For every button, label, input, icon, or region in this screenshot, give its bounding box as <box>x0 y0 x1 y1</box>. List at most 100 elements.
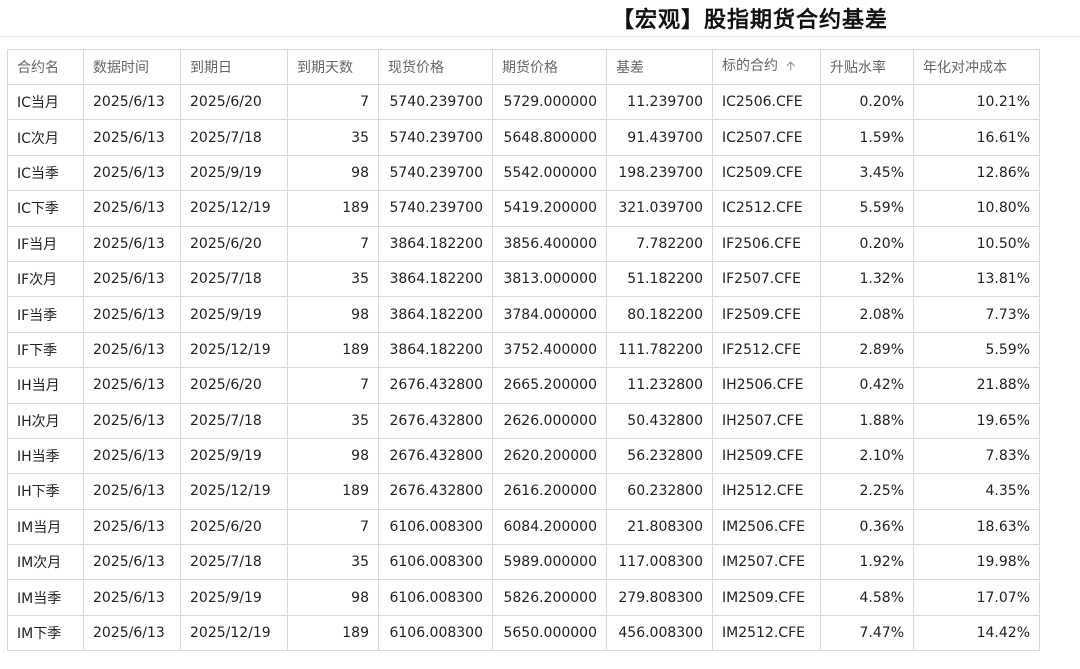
annualized-hedge-cost-cell: 16.61% <box>913 119 1040 156</box>
days-to-expiry-cell: 35 <box>287 402 379 439</box>
premium-rate-cell: 0.20% <box>820 225 914 262</box>
contract-name-cell: IF当季 <box>7 296 84 333</box>
annualized-hedge-cost-cell: 4.35% <box>913 473 1040 510</box>
days-to-expiry-cell: 98 <box>287 579 379 616</box>
contract-name-cell: IC下季 <box>7 190 84 227</box>
column-header-underlying-contract[interactable]: 标的合约 🡩 <box>712 49 821 85</box>
premium-rate-cell: 1.32% <box>820 260 914 298</box>
futures-price-cell: 2626.000000 <box>492 402 607 439</box>
column-header-contract-name[interactable]: 合约名 <box>7 49 84 85</box>
spot-price-cell: 6106.008300 <box>378 579 493 616</box>
expiry-date-cell: 2025/12/19 <box>180 614 288 652</box>
spot-price-cell: 5740.239700 <box>378 83 493 121</box>
basis-cell: 456.008300 <box>606 614 713 652</box>
spot-price-cell: 5740.239700 <box>378 154 493 192</box>
expiry-date-cell: 2025/7/18 <box>180 260 288 298</box>
table-row[interactable]: IH当月 2025/6/13 2025/6/20 7 2676.432800 2665.2… <box>7 367 1040 404</box>
futures-price-cell: 6084.200000 <box>492 508 607 546</box>
annualized-hedge-cost-cell: 17.07% <box>913 579 1040 616</box>
column-header-days-to-expiry[interactable]: 到期天数 <box>287 49 379 85</box>
table-row[interactable]: IM当月 2025/6/13 2025/6/20 7 6106.008300 6084.2… <box>7 508 1040 546</box>
spot-price-cell: 5740.239700 <box>378 190 493 227</box>
basis-cell: 7.782200 <box>606 225 713 262</box>
data-time-cell: 2025/6/13 <box>83 614 181 652</box>
basis-cell: 198.239700 <box>606 154 713 192</box>
table-row[interactable]: IH次月 2025/6/13 2025/7/18 35 2676.432800 2626.… <box>7 402 1040 439</box>
column-header-spot-price[interactable]: 现货价格 <box>378 49 493 85</box>
spot-price-cell: 2676.432800 <box>378 473 493 510</box>
table-row[interactable]: IF当季 2025/6/13 2025/9/19 98 3864.182200 3784.… <box>7 296 1040 333</box>
contract-name-cell: IH次月 <box>7 402 84 439</box>
underlying-contract-cell: IF2509.CFE <box>712 296 821 333</box>
column-header-data-time[interactable]: 数据时间 <box>83 49 181 85</box>
premium-rate-cell: 2.25% <box>820 473 914 510</box>
contract-name-cell: IM当季 <box>7 579 84 616</box>
days-to-expiry-cell: 35 <box>287 544 379 581</box>
futures-price-cell: 5650.000000 <box>492 614 607 652</box>
table-row[interactable]: IH当季 2025/6/13 2025/9/19 98 2676.432800 2620.… <box>7 437 1040 475</box>
data-time-cell: 2025/6/13 <box>83 508 181 546</box>
annualized-hedge-cost-cell: 19.98% <box>913 544 1040 581</box>
days-to-expiry-cell: 35 <box>287 119 379 156</box>
premium-rate-cell: 0.42% <box>820 367 914 404</box>
contract-name-cell: IM当月 <box>7 508 84 546</box>
table-row[interactable]: IM下季 2025/6/13 2025/12/19 189 6106.008300 565… <box>7 614 1040 652</box>
days-to-expiry-cell: 189 <box>287 331 379 369</box>
data-time-cell: 2025/6/13 <box>83 331 181 369</box>
basis-cell: 117.008300 <box>606 544 713 581</box>
premium-rate-cell: 2.89% <box>820 331 914 369</box>
futures-price-cell: 3856.400000 <box>492 225 607 262</box>
spot-price-cell: 2676.432800 <box>378 367 493 404</box>
table-row[interactable]: IF下季 2025/6/13 2025/12/19 189 3864.182200 375… <box>7 331 1040 369</box>
basis-cell: 21.808300 <box>606 508 713 546</box>
contract-name-cell: IC次月 <box>7 119 84 156</box>
days-to-expiry-cell: 7 <box>287 83 379 121</box>
spot-price-cell: 3864.182200 <box>378 331 493 369</box>
table-row[interactable]: IM当季 2025/6/13 2025/9/19 98 6106.008300 5826.… <box>7 579 1040 616</box>
table-row[interactable]: IC下季 2025/6/13 2025/12/19 189 5740.239700 541… <box>7 190 1040 227</box>
column-header-premium-rate[interactable]: 升贴水率 <box>820 49 914 85</box>
table-row[interactable]: IC当季 2025/6/13 2025/9/19 98 5740.239700 5542.… <box>7 154 1040 192</box>
basis-cell: 279.808300 <box>606 579 713 616</box>
futures-price-cell: 2665.200000 <box>492 367 607 404</box>
column-header-expiry-date[interactable]: 到期日 <box>180 49 288 85</box>
futures-price-cell: 5419.200000 <box>492 190 607 227</box>
basis-cell: 91.439700 <box>606 119 713 156</box>
basis-cell: 111.782200 <box>606 331 713 369</box>
table-row[interactable]: IC当月 2025/6/13 2025/6/20 7 5740.239700 5729.0… <box>7 83 1040 121</box>
underlying-contract-cell: IH2506.CFE <box>712 367 821 404</box>
days-to-expiry-cell: 7 <box>287 225 379 262</box>
premium-rate-cell: 2.08% <box>820 296 914 333</box>
title-divider <box>0 36 1080 37</box>
arrow-up-icon[interactable]: 🡩 <box>786 57 795 79</box>
days-to-expiry-cell: 98 <box>287 296 379 333</box>
premium-rate-cell: 1.59% <box>820 119 914 156</box>
underlying-contract-cell: IF2512.CFE <box>712 331 821 369</box>
basis-table: 合约名 数据时间 到期日 到期天数 现货价格 期货价格 基差 标的合约 🡩 升贴水… <box>7 49 1040 652</box>
annualized-hedge-cost-cell: 13.81% <box>913 260 1040 298</box>
table-row[interactable]: IM次月 2025/6/13 2025/7/18 35 6106.008300 5989.… <box>7 544 1040 581</box>
expiry-date-cell: 2025/12/19 <box>180 473 288 510</box>
spot-price-cell: 3864.182200 <box>378 225 493 262</box>
underlying-contract-cell: IC2506.CFE <box>712 83 821 121</box>
table-row[interactable]: IF次月 2025/6/13 2025/7/18 35 3864.182200 3813.… <box>7 260 1040 298</box>
data-time-cell: 2025/6/13 <box>83 190 181 227</box>
annualized-hedge-cost-cell: 7.83% <box>913 437 1040 475</box>
underlying-contract-cell: IM2509.CFE <box>712 579 821 616</box>
column-header-futures-price[interactable]: 期货价格 <box>492 49 607 85</box>
spot-price-cell: 6106.008300 <box>378 544 493 581</box>
data-time-cell: 2025/6/13 <box>83 579 181 616</box>
underlying-contract-cell: IH2507.CFE <box>712 402 821 439</box>
column-header-basis[interactable]: 基差 <box>606 49 713 85</box>
column-header-annualized-hedge-cost[interactable]: 年化对冲成本 <box>913 49 1040 85</box>
basis-cell: 11.239700 <box>606 83 713 121</box>
premium-rate-cell: 4.58% <box>820 579 914 616</box>
table-row[interactable]: IH下季 2025/6/13 2025/12/19 189 2676.432800 261… <box>7 473 1040 510</box>
table-row[interactable]: IF当月 2025/6/13 2025/6/20 7 3864.182200 3856.4… <box>7 225 1040 262</box>
futures-price-cell: 5729.000000 <box>492 83 607 121</box>
data-time-cell: 2025/6/13 <box>83 367 181 404</box>
spot-price-cell: 2676.432800 <box>378 402 493 439</box>
table-row[interactable]: IC次月 2025/6/13 2025/7/18 35 5740.239700 5648.… <box>7 119 1040 156</box>
premium-rate-cell: 0.36% <box>820 508 914 546</box>
futures-price-cell: 5648.800000 <box>492 119 607 156</box>
